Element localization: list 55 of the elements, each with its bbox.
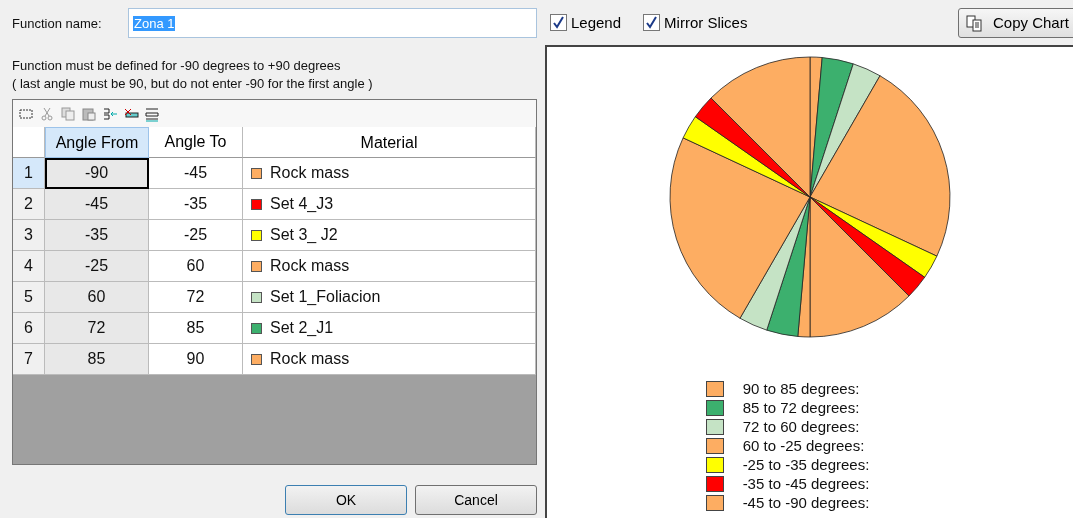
table-cell: 72 (149, 282, 243, 313)
table-cell: -90 (45, 158, 149, 189)
copy-icon[interactable] (60, 105, 76, 122)
row-header[interactable]: 1 (13, 158, 45, 189)
row-header[interactable]: 5 (13, 282, 45, 313)
legend-label: 72 to 60 degrees: (742, 418, 860, 435)
table-cell: 72 (45, 313, 149, 344)
row-header[interactable]: 2 (13, 189, 45, 220)
row-header[interactable]: 3 (13, 220, 45, 251)
checkbox[interactable] (550, 14, 567, 31)
cut-icon[interactable] (39, 105, 55, 122)
ok-button[interactable]: OK (285, 485, 407, 515)
material-name: Set 1_Foliacion (270, 288, 381, 306)
checkbox-label: Mirror Slices (664, 14, 748, 31)
legend-label: 90 to 85 degrees: (742, 380, 860, 397)
table-cell: 90 (149, 344, 243, 375)
field-label: Function name: (12, 15, 103, 31)
table-cell: 60 (45, 282, 149, 313)
row-header[interactable]: 6 (13, 313, 45, 344)
material-name: Rock mass (270, 257, 350, 275)
material-name: Set 3_ J2 (270, 226, 338, 244)
table-cell: -45 (149, 158, 243, 189)
legend-label: 60 to -25 degrees: (742, 437, 865, 454)
table-cell: -35 (45, 220, 149, 251)
copy-chart-button[interactable]: Copy Chart (958, 7, 1073, 38)
checkbox-label: Legend (571, 14, 622, 31)
row-header[interactable]: 4 (13, 251, 45, 282)
material-name: Rock mass (270, 350, 350, 368)
legend-label: -35 to -45 degrees: (742, 475, 870, 492)
column-header[interactable]: Material (243, 127, 536, 158)
row-header[interactable]: 7 (13, 344, 45, 375)
table-cell: -25 (149, 220, 243, 251)
instruction-text: ( last angle must be 90, but do not enter -90 for the first angle ) (12, 75, 374, 93)
legend-label: -45 to -90 degrees: (742, 494, 870, 511)
legend-label: 85 to 72 degrees: (742, 399, 860, 416)
corner-cell[interactable] (13, 127, 45, 158)
append-row-icon[interactable] (144, 105, 160, 122)
instruction-text: Function must be defined for -90 degrees to +90 degrees (12, 57, 342, 75)
material-name: Set 4_J3 (270, 195, 334, 213)
table-cell: 85 (149, 313, 243, 344)
column-header[interactable]: Angle To (149, 127, 243, 158)
table-cell: -35 (149, 189, 243, 220)
column-header[interactable]: Angle From (45, 127, 149, 158)
material-name: Rock mass (270, 164, 350, 182)
table-cell: -45 (45, 189, 149, 220)
insert-row-icon[interactable] (102, 105, 118, 122)
table-cell: 85 (45, 344, 149, 375)
checkbox[interactable] (643, 14, 661, 31)
copy-icon (965, 13, 983, 32)
table-cell: -25 (45, 251, 149, 282)
table-cell: 60 (149, 251, 243, 282)
paste-icon[interactable] (81, 105, 97, 122)
legend-label: -25 to -35 degrees: (742, 456, 870, 473)
cancel-button[interactable]: Cancel (415, 485, 537, 515)
material-name: Set 2_J1 (270, 319, 334, 337)
